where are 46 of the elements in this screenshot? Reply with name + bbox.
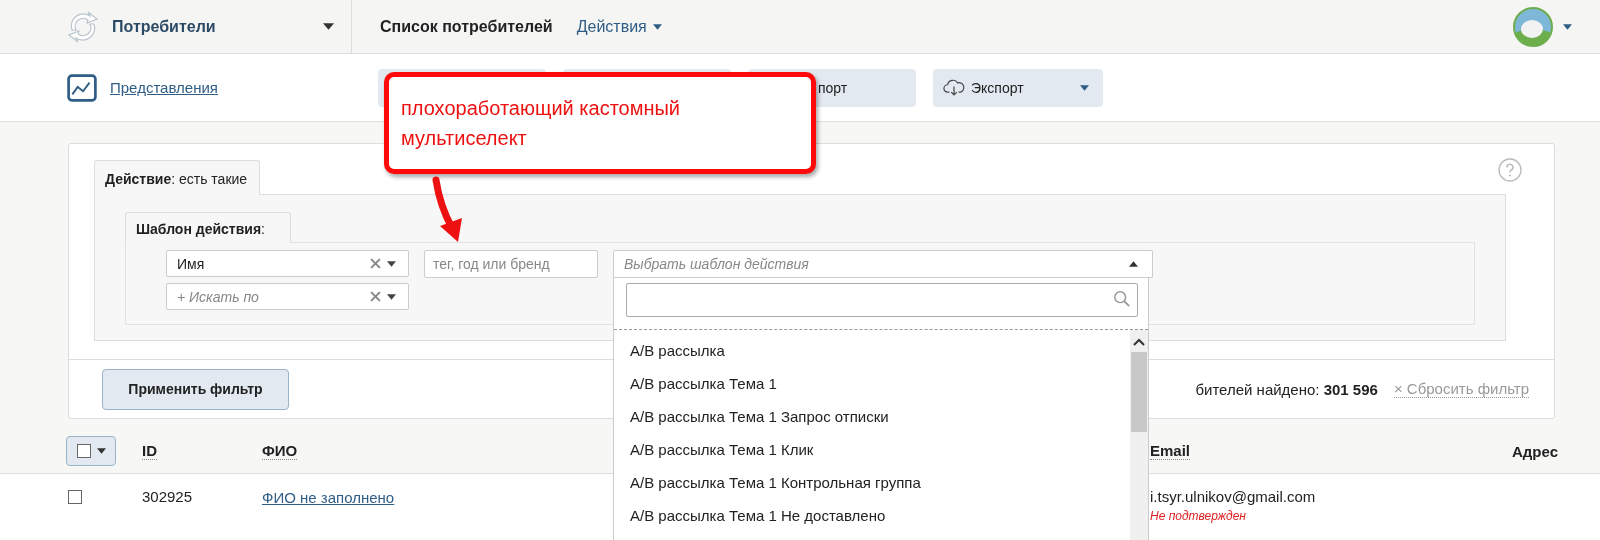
filter-tab[interactable]: Шаблон действия: [125,212,291,243]
clear-icon[interactable] [370,258,381,269]
column-header[interactable]: Email [1150,442,1191,460]
column-header[interactable]: Адрес [1512,442,1558,460]
column-header[interactable]: ФИО [262,442,298,460]
dropdown-option[interactable]: A/B рассылка Тема 1 [614,367,1128,400]
search-by-select[interactable]: Имя [166,250,409,277]
page-title: Список потребителей [380,17,553,36]
search-field[interactable] [626,283,1138,317]
scroll-up-icon[interactable] [1133,338,1145,346]
search-icon [1113,290,1131,308]
chart-icon[interactable] [67,73,97,102]
email-status: Не подтвержден [1150,509,1247,523]
caret-icon[interactable] [1080,84,1089,91]
dropdown-option[interactable]: A/B рассылка Тема 1 Контрольная группа [614,466,1128,499]
dropdown-option[interactable]: A/B рассылка [614,334,1128,367]
caret-icon[interactable] [1563,23,1572,30]
dropdown-option[interactable]: A/B рассылка Тема 1 Клик [614,433,1128,466]
note-tooltip: плохоработающий кастомный мультиселект [384,72,816,174]
clear-icon[interactable] [370,291,381,302]
caret-icon[interactable] [652,23,662,30]
dropdown-option[interactable]: A/B рассылка Тема 1 Запрос отписки [614,400,1128,433]
select-all-dropdown[interactable] [66,436,116,466]
cloud-download-icon [943,78,965,97]
tag-field[interactable]: тег, год или бренд [424,250,598,278]
column-header[interactable]: ID [142,442,157,460]
views-link[interactable]: Представления [110,79,378,96]
caret-icon[interactable] [1129,261,1138,267]
scrollbar[interactable] [1130,330,1148,540]
dropdown-option[interactable]: A/B рассылка Тема 1 Не доставлено [614,499,1128,532]
found-count: бителей найдено: 301 596 [1195,380,1378,398]
caret-icon[interactable] [387,293,396,300]
export-button[interactable]: Экспорт [933,68,1103,107]
caret-icon[interactable] [387,260,396,267]
table-cell: i.tsyr.ulnikov@gmail.com [1150,488,1316,505]
actions-menu[interactable]: Действия [576,17,662,36]
caret-icon[interactable] [323,23,334,30]
caret-icon[interactable] [96,448,106,454]
row-checkbox[interactable] [68,490,82,504]
name-link[interactable]: ФИО не заполнено [262,489,395,506]
section-title: Потребители [112,17,216,36]
apply-filter-button[interactable]: Применить фильтр [102,368,289,410]
arrows-logo [66,9,100,44]
filter-tab[interactable]: Действие: есть такие [94,160,261,195]
table-cell: 302925 [142,488,193,505]
search-by-select[interactable]: + Искать по [166,283,409,310]
